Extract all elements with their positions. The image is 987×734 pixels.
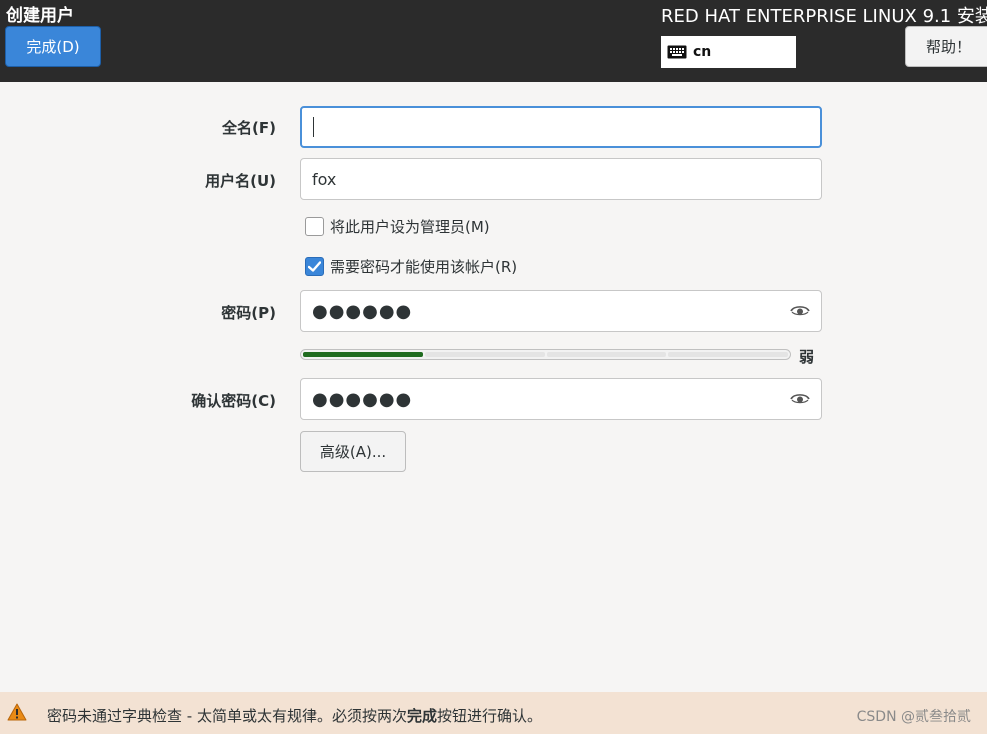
warning-icon xyxy=(7,703,27,721)
username-input[interactable]: fox xyxy=(300,158,822,200)
fullname-label: 全名(F) xyxy=(222,119,276,137)
keyboard-icon xyxy=(667,45,687,59)
require-password-checkbox-row[interactable]: 需要密码才能使用该帐户(R) xyxy=(305,256,517,277)
product-title: RED HAT ENTERPRISE LINUX 9.1 安装 xyxy=(661,6,987,27)
admin-checkbox-label[interactable]: 将此用户设为管理员(M) xyxy=(330,216,490,237)
checkmark-icon xyxy=(308,261,321,272)
warning-text-before: 密码未通过字典检查 - 太简单或太有规律。必须按两次 xyxy=(47,707,407,725)
show-password-eye-icon[interactable] xyxy=(789,302,811,320)
warning-bar: 密码未通过字典检查 - 太简单或太有规律。必须按两次完成按钮进行确认。 CSDN… xyxy=(0,692,987,734)
strength-segment xyxy=(303,352,423,357)
confirm-password-masked-value: ●●●●●● xyxy=(312,388,413,410)
admin-checkbox-row[interactable]: 将此用户设为管理员(M) xyxy=(305,216,490,237)
warning-text-after: 按钮进行确认。 xyxy=(436,707,542,725)
admin-checkbox[interactable] xyxy=(305,217,324,236)
keyboard-layout-label: cn xyxy=(693,44,712,60)
done-button[interactable]: 完成(D) xyxy=(5,26,101,67)
username-value: fox xyxy=(312,169,337,189)
require-password-checkbox[interactable] xyxy=(305,257,324,276)
confirm-password-input[interactable]: ●●●●●● xyxy=(300,378,822,420)
text-caret xyxy=(313,117,314,137)
strength-segment xyxy=(668,352,788,357)
password-input[interactable]: ●●●●●● xyxy=(300,290,822,332)
warning-text-bold: 完成 xyxy=(406,707,437,725)
username-label: 用户名(U) xyxy=(205,172,276,190)
keyboard-layout-indicator[interactable]: cn xyxy=(661,36,796,68)
password-strength-label: 弱 xyxy=(799,348,815,366)
require-password-checkbox-label[interactable]: 需要密码才能使用该帐户(R) xyxy=(330,256,517,277)
fullname-input[interactable] xyxy=(300,106,822,148)
warning-message: 密码未通过字典检查 - 太简单或太有规律。必须按两次完成按钮进行确认。 xyxy=(47,705,542,726)
strength-segment xyxy=(424,352,545,357)
help-button[interactable]: 帮助！ xyxy=(905,26,987,67)
show-confirm-password-eye-icon[interactable] xyxy=(789,390,811,408)
password-label: 密码(P) xyxy=(221,304,276,322)
advanced-button[interactable]: 高级(A)... xyxy=(300,431,406,472)
watermark: CSDN @贰叁拾贰 xyxy=(856,709,971,725)
top-header: 创建用户 完成(D) RED HAT ENTERPRISE LINUX 9.1 … xyxy=(0,0,987,82)
confirm-password-label: 确认密码(C) xyxy=(191,392,276,410)
password-masked-value: ●●●●●● xyxy=(312,300,413,322)
page-title: 创建用户 xyxy=(6,6,74,26)
strength-segment xyxy=(546,352,667,357)
password-strength-meter xyxy=(300,349,791,360)
